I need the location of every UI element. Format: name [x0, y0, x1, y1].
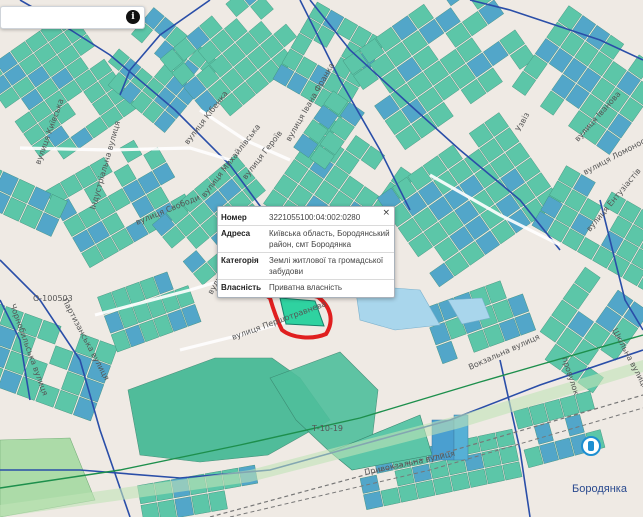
- parcel[interactable]: [394, 467, 415, 487]
- parcel[interactable]: [208, 490, 228, 512]
- search-input[interactable]: [7, 10, 119, 26]
- search-box[interactable]: i: [0, 6, 145, 29]
- parcel[interactable]: [495, 428, 516, 448]
- table-row: Власність Приватна власність: [218, 279, 394, 295]
- info-icon[interactable]: i: [126, 10, 140, 24]
- road-number-label: Т-10-19: [311, 424, 343, 433]
- table-row: Категорія Землі житлової та громадської …: [218, 252, 394, 280]
- parcel-info-popup: × Номер 3221055100:04:002:0280 Адреса Ки…: [217, 206, 395, 298]
- table-row: Адреса Київська область, Бородянський ра…: [218, 225, 394, 253]
- road-number-label: О-100503: [33, 294, 73, 303]
- parcel[interactable]: [467, 468, 488, 488]
- parcel[interactable]: [157, 499, 178, 517]
- parcel[interactable]: [174, 496, 194, 517]
- parcel[interactable]: [450, 472, 471, 492]
- field-value: Київська область, Бородянський район, см…: [266, 225, 394, 253]
- close-icon[interactable]: ×: [382, 208, 390, 218]
- field-label: Категорія: [218, 252, 266, 280]
- parcel-info-table: Номер 3221055100:04:002:0280 Адреса Київ…: [218, 210, 394, 295]
- parcel[interactable]: [502, 461, 523, 481]
- field-value: Приватна власність: [266, 279, 394, 295]
- parcel[interactable]: [415, 479, 436, 499]
- parcel[interactable]: [398, 483, 419, 503]
- field-value: Землі житлової та громадської забудови: [266, 252, 394, 280]
- parcel[interactable]: [429, 460, 450, 479]
- field-label: Власність: [218, 279, 266, 295]
- parcel[interactable]: [432, 476, 453, 496]
- station-pin-icon[interactable]: [581, 436, 601, 456]
- town-label: Бородянка: [572, 483, 628, 495]
- field-label: Номер: [221, 213, 247, 222]
- parcel[interactable]: [363, 491, 384, 510]
- field-label: Адреса: [218, 225, 266, 253]
- table-row: Номер 3221055100:04:002:0280: [218, 210, 394, 226]
- parcel[interactable]: [380, 487, 401, 507]
- parcel[interactable]: [498, 445, 519, 465]
- field-value: 3221055100:04:002:0280: [269, 213, 361, 222]
- parcel[interactable]: [191, 493, 211, 515]
- parcel[interactable]: [140, 502, 161, 517]
- parcel[interactable]: [484, 465, 505, 485]
